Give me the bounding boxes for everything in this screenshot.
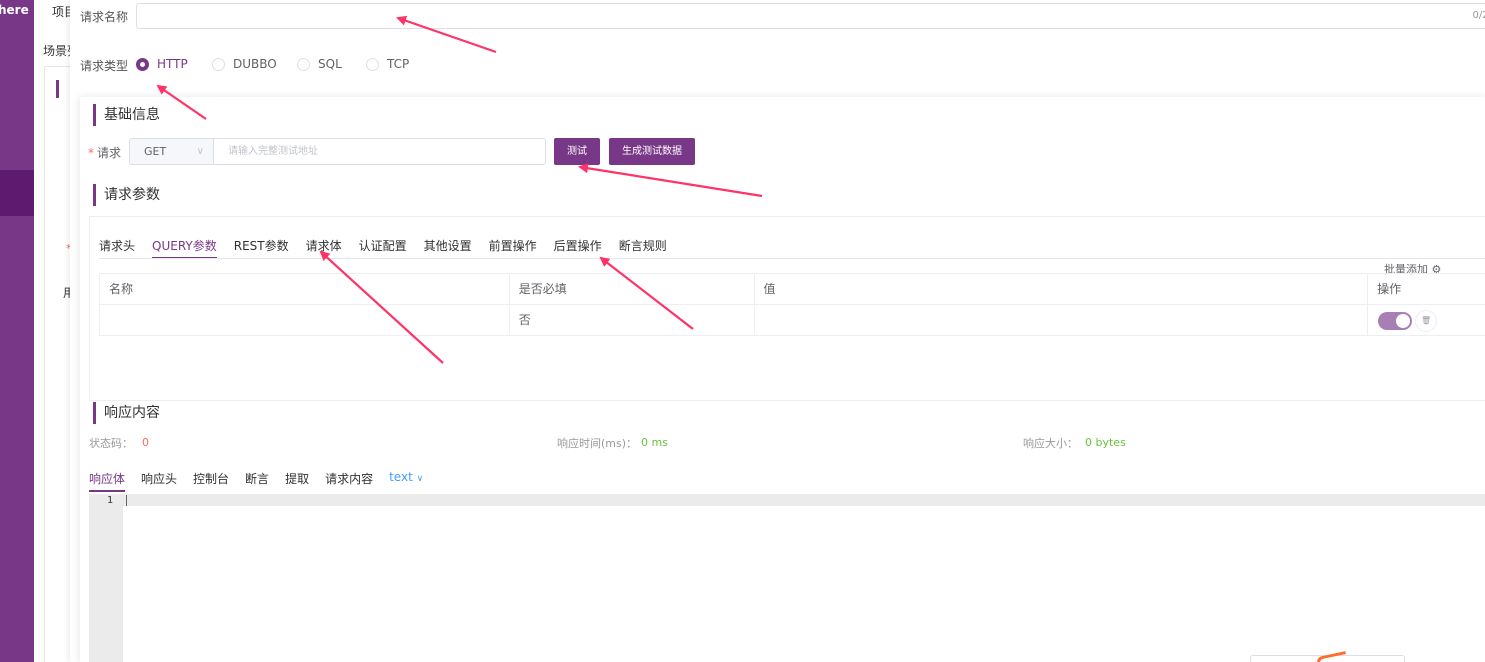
tab-console[interactable]: 控制台 <box>193 470 229 492</box>
request-card: 基础信息 * 请求 GET ∨ 请输入完整测试地址 测试 生成测试数据 请求参数 … <box>80 97 1485 662</box>
tab-query-params[interactable]: QUERY参数 <box>152 237 217 259</box>
chevron-down-icon: ∨ <box>196 146 204 157</box>
url-input[interactable]: 请输入完整测试地址 <box>213 138 546 165</box>
enable-toggle[interactable] <box>1378 311 1413 330</box>
col-required: 是否必填 <box>510 274 755 304</box>
tab-request-content[interactable]: 请求内容 <box>325 470 373 492</box>
radio-dot <box>136 57 149 71</box>
editor-gutter <box>89 494 123 662</box>
response-size-value: 0 bytes <box>1085 436 1126 449</box>
request-drawer: 请求名称 0/20 请求类型 HTTP DUBBO SQL TCP 基础信息 *… <box>70 0 1485 662</box>
table-row: 否 🗑 <box>100 305 1485 336</box>
method-select[interactable]: GET ∨ <box>129 138 214 165</box>
sidebar-active-item[interactable] <box>0 170 34 216</box>
request-label: * 请求 <box>88 146 122 160</box>
format-select[interactable]: text ∨ <box>389 470 423 492</box>
tab-post-script[interactable]: 后置操作 <box>554 237 602 259</box>
tab-rest-params[interactable]: REST参数 <box>234 237 289 259</box>
radio-dot <box>212 57 225 71</box>
delete-icon[interactable]: 🗑 <box>1415 309 1438 332</box>
line-number: 1 <box>106 495 113 506</box>
editor-active-line <box>123 494 1485 506</box>
tab-auth[interactable]: 认证配置 <box>359 237 407 259</box>
request-type-label: 请求类型 <box>80 59 129 73</box>
basic-info-title: 基础信息 <box>93 104 160 126</box>
response-time-value: 0 ms <box>641 436 668 449</box>
tabs-divider <box>99 258 1485 259</box>
status-code-value: 0 <box>142 436 149 449</box>
status-code-label: 状态码： <box>89 437 133 450</box>
response-tabs: 响应体 响应头 控制台 断言 提取 请求内容 text ∨ <box>89 470 439 492</box>
response-editor[interactable]: 1 <box>89 494 1485 662</box>
response-title: 响应内容 <box>93 402 160 424</box>
app-sidebar: here <box>0 0 34 662</box>
radio-dubbo[interactable]: DUBBO <box>212 57 277 71</box>
col-value: 值 <box>755 274 1369 304</box>
cell-required-select[interactable]: 否 <box>510 305 755 335</box>
radio-dot <box>297 57 310 71</box>
request-name-label: 请求名称 <box>80 10 129 24</box>
tab-response-body[interactable]: 响应体 <box>89 470 126 492</box>
test-button[interactable]: 测试 <box>554 138 600 165</box>
radio-sql[interactable]: SQL <box>297 57 342 71</box>
tab-headers[interactable]: 请求头 <box>99 237 135 259</box>
query-params-table: 名称 是否必填 值 操作 否 🗑 <box>99 273 1485 336</box>
tab-body[interactable]: 请求体 <box>306 237 342 259</box>
name-char-counter: 0/20 <box>1472 10 1485 21</box>
response-time-label: 响应时间(ms)： <box>557 437 638 450</box>
params-panel: 请求头 QUERY参数 REST参数 请求体 认证配置 其他设置 前置操作 后置… <box>89 216 1485 401</box>
request-params-title: 请求参数 <box>93 184 160 206</box>
tab-extract[interactable]: 提取 <box>285 470 309 492</box>
radio-tcp[interactable]: TCP <box>366 57 409 71</box>
tab-response-assertions[interactable]: 断言 <box>245 470 269 492</box>
tab-other-settings[interactable]: 其他设置 <box>424 237 472 259</box>
radio-http[interactable]: HTTP <box>136 57 188 71</box>
app-brand: here <box>0 3 29 17</box>
cell-name-input[interactable] <box>100 305 510 335</box>
response-size-label: 响应大小： <box>1023 437 1078 450</box>
radio-dot <box>366 57 379 71</box>
table-header-row: 名称 是否必填 值 操作 <box>100 274 1485 305</box>
col-actions: 操作 <box>1377 282 1402 296</box>
tab-assertions[interactable]: 断言规则 <box>619 237 667 259</box>
params-tabs: 请求头 QUERY参数 REST参数 请求体 认证配置 其他设置 前置操作 后置… <box>99 237 684 259</box>
background-section-bar <box>56 80 59 98</box>
tab-pre-script[interactable]: 前置操作 <box>489 237 537 259</box>
request-name-input[interactable]: 0/20 <box>136 3 1485 29</box>
editor-caret <box>126 495 127 506</box>
col-name: 名称 <box>100 274 510 304</box>
cell-value-input[interactable] <box>755 305 1369 335</box>
cell-actions: 🗑 <box>1368 305 1485 335</box>
tab-response-headers[interactable]: 响应头 <box>141 470 177 492</box>
generate-test-data-button[interactable]: 生成测试数据 <box>609 138 695 165</box>
chevron-down-icon: ∨ <box>416 474 424 484</box>
